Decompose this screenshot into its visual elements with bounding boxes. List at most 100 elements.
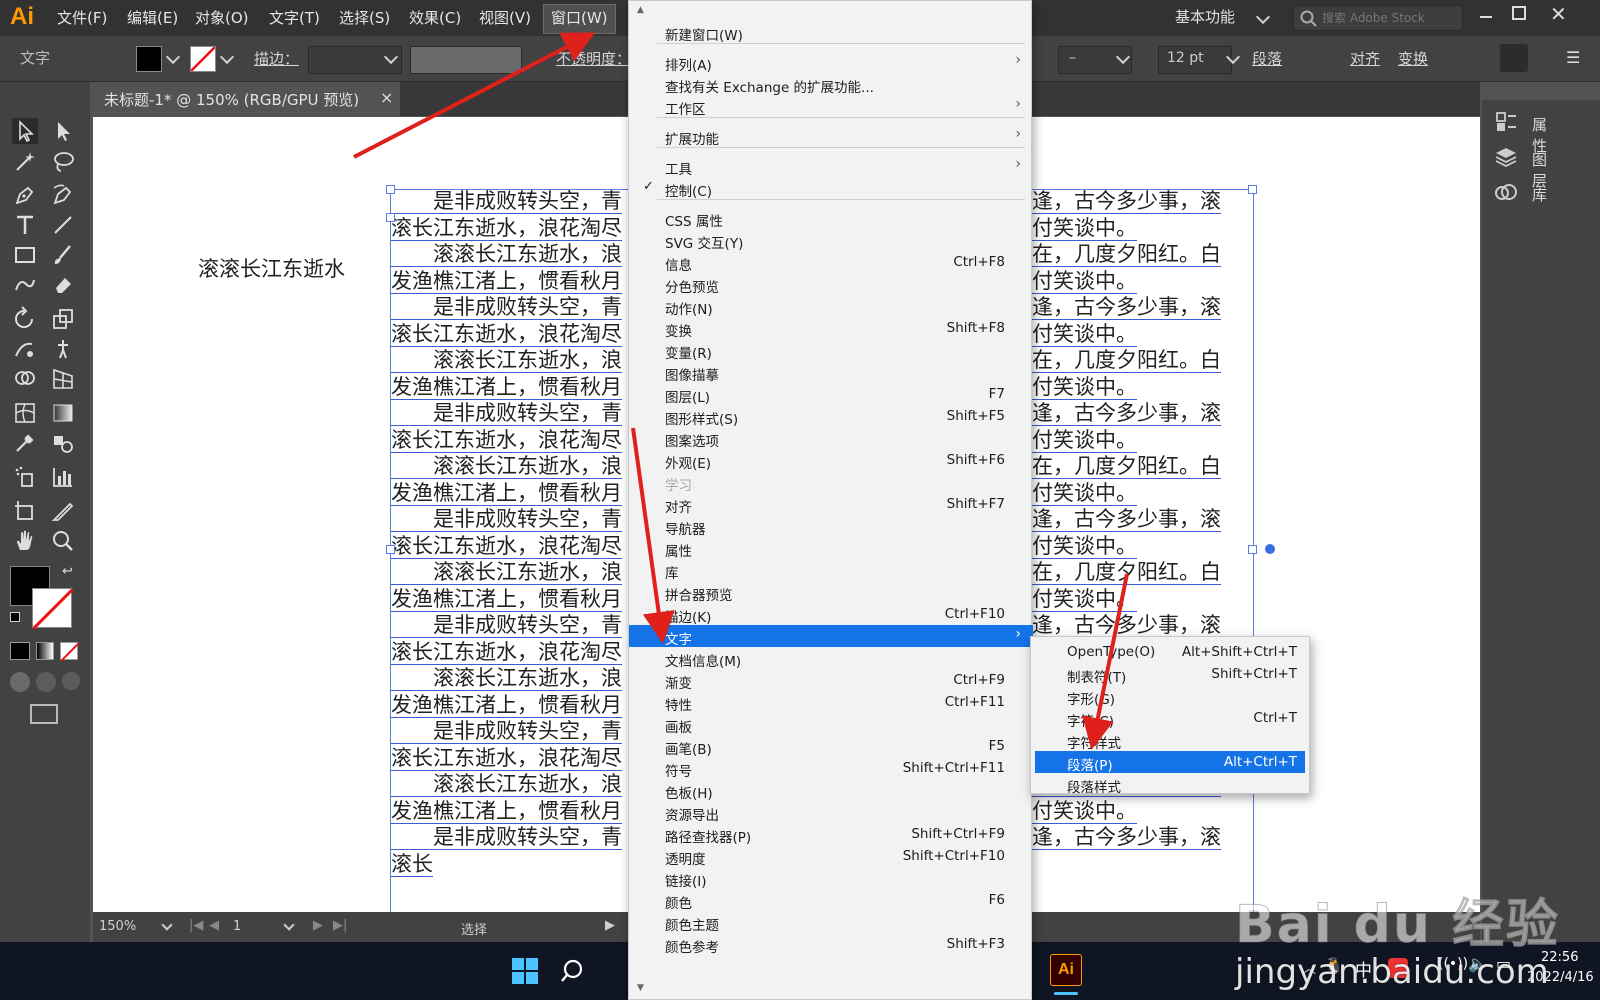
font-size-field[interactable]: 12 pt [1158,46,1232,74]
mesh-tool-icon[interactable] [12,400,38,426]
window-menu-item[interactable]: 图像描摹 [629,361,1033,384]
windows-start-icon[interactable] [512,958,538,984]
pen-tool-icon[interactable] [12,182,38,208]
window-menu-item[interactable]: 变换 Shift+F8 [629,317,1033,340]
scroll-up-icon[interactable]: ▲ [637,5,644,15]
window-menu-item[interactable]: 色板(H) [629,779,1033,802]
zoom-tool-icon[interactable] [50,528,76,554]
window-menu-item[interactable]: 扩展功能 › [629,125,1033,148]
draw-normal-icon[interactable] [10,672,30,692]
curvature-tool-icon[interactable] [50,182,76,208]
window-menu-item[interactable]: 颜色主题 [629,911,1033,934]
panel-layers[interactable]: 图层 [1494,145,1547,190]
blend-tool-icon[interactable] [50,430,76,456]
shape-builder-tool-icon[interactable] [12,366,38,392]
window-menu-item[interactable]: 查找有关 Exchange 的扩展功能... [629,73,1033,96]
type-thread-handle[interactable] [1265,544,1275,554]
point-text-object[interactable]: 滚滚长江东逝水 [198,253,345,283]
stock-search-box[interactable] [1293,5,1463,31]
zoom-chevron-icon[interactable] [161,919,173,931]
window-menu-item[interactable]: 图层(L) F7 [629,383,1033,406]
current-tool-status[interactable]: 选择 [461,919,487,938]
window-menu-item[interactable]: 资源导出 [629,801,1033,824]
type-submenu-item[interactable]: 段落样式 [1035,773,1305,796]
scroll-down-icon[interactable]: ▼ [637,983,644,993]
gradient-tool-icon[interactable] [50,400,76,426]
window-menu-item[interactable]: 对齐 Shift+F7 [629,493,1033,516]
window-menu-item[interactable]: 外观(E) Shift+F6 [629,449,1033,472]
warp-tool-icon[interactable] [12,336,38,362]
taskbar-search-icon[interactable] [560,958,586,984]
window-menu-item[interactable]: 渐变 Ctrl+F9 [629,669,1033,692]
type-submenu-item[interactable]: 制表符(T) Shift+Ctrl+T [1035,663,1305,686]
none-mode-icon[interactable] [60,642,79,661]
column-graph-tool-icon[interactable] [50,464,76,490]
type-tool-icon[interactable] [12,212,38,238]
draw-inside-icon[interactable] [62,672,80,690]
stroke-chevron-icon[interactable] [219,49,235,65]
rotate-tool-icon[interactable] [12,306,38,332]
hand-tool-icon[interactable] [12,528,38,554]
document-tab[interactable]: 未标题-1* @ 150% (RGB/GPU 预览) × [90,82,400,116]
menu-select[interactable]: 选择(S) [332,0,397,36]
status-menu-icon[interactable]: ▶ [605,918,615,933]
window-menu-item[interactable]: 信息 Ctrl+F8 [629,251,1033,274]
window-menu-item[interactable]: 符号 Shift+Ctrl+F11 [629,757,1033,780]
magic-wand-tool-icon[interactable] [12,148,38,174]
stroke-label[interactable]: 描边： [254,48,299,69]
window-menu-item[interactable]: 链接(I) [629,867,1033,890]
window-menu-item[interactable]: 排列(A) › [629,51,1033,74]
bounding-handle-tl[interactable] [386,185,395,194]
fill-chevron-icon[interactable] [165,49,181,65]
rectangle-tool-icon[interactable] [12,242,38,268]
text-in-port[interactable] [386,213,395,222]
perspective-grid-tool-icon[interactable] [50,366,76,392]
window-menu-item[interactable]: 画板 [629,713,1033,736]
paintbrush-tool-icon[interactable] [50,242,76,268]
fill-swatch[interactable] [136,46,162,72]
symbol-sprayer-tool-icon[interactable] [12,464,38,490]
menu-object[interactable]: 对象(O) [188,0,256,36]
close-tab-icon[interactable]: × [380,88,393,107]
bounding-handle-mr[interactable] [1248,545,1257,554]
window-menu-item[interactable]: 文字 › [629,625,1033,648]
prev-artboard-icon[interactable]: ◀ [209,918,219,933]
stroke-swatch[interactable] [190,46,216,72]
gradient-mode-icon[interactable] [36,642,54,660]
stock-search-input[interactable] [1320,8,1460,28]
window-menu-item[interactable]: 库 [629,559,1033,582]
window-menu-item[interactable]: ✓ 控制(C) [629,177,1033,200]
lasso-tool-icon[interactable] [50,148,76,174]
menu-type[interactable]: 文字(T) [262,0,327,36]
default-colors-icon[interactable] [10,612,20,622]
type-submenu-item[interactable]: OpenType(O) Alt+Shift+Ctrl+T [1035,641,1305,663]
window-menu-item[interactable]: 颜色 F6 [629,889,1033,912]
align-link[interactable]: 对齐 [1350,48,1380,69]
type-submenu-item[interactable]: 段落(P) Alt+Ctrl+T [1035,751,1305,774]
shaper-tool-icon[interactable] [12,272,38,298]
window-menu-item[interactable]: 新建窗口(W) [629,21,1033,44]
window-menu-item[interactable]: 颜色参考 Shift+F3 [629,933,1033,956]
artboard-chevron-icon[interactable] [283,919,295,931]
window-menu-item[interactable]: 图案选项 [629,427,1033,450]
artboard-number[interactable]: 1 [233,919,241,934]
minimize-icon[interactable] [1480,8,1494,22]
window-menu-item[interactable]: 图形样式(S) Shift+F5 [629,405,1033,428]
window-menu-item[interactable]: 分色预览 [629,273,1033,296]
zoom-level[interactable]: 150% [99,919,136,934]
paragraph-link[interactable]: 段落 [1252,48,1282,69]
window-menu-item[interactable]: CSS 属性 [629,207,1033,230]
transform-link[interactable]: 变换 [1398,48,1428,69]
panel-libraries[interactable]: 库 [1494,180,1547,208]
panel-menu-icon[interactable]: ☰ [1566,48,1580,67]
close-window-icon[interactable]: ✕ [1550,2,1567,26]
eyedropper-tool-icon[interactable] [12,430,38,456]
screen-mode-icon[interactable] [30,704,58,724]
window-menu-item[interactable]: SVG 交互(Y) [629,229,1033,252]
restore-icon[interactable] [1512,6,1526,20]
menu-view[interactable]: 视图(V) [472,0,538,36]
window-menu-item[interactable]: 特性 Ctrl+F11 [629,691,1033,714]
window-menu-item[interactable]: 动作(N) [629,295,1033,318]
window-menu-item[interactable]: 画笔(B) F5 [629,735,1033,758]
color-mode-icon[interactable] [10,642,30,660]
